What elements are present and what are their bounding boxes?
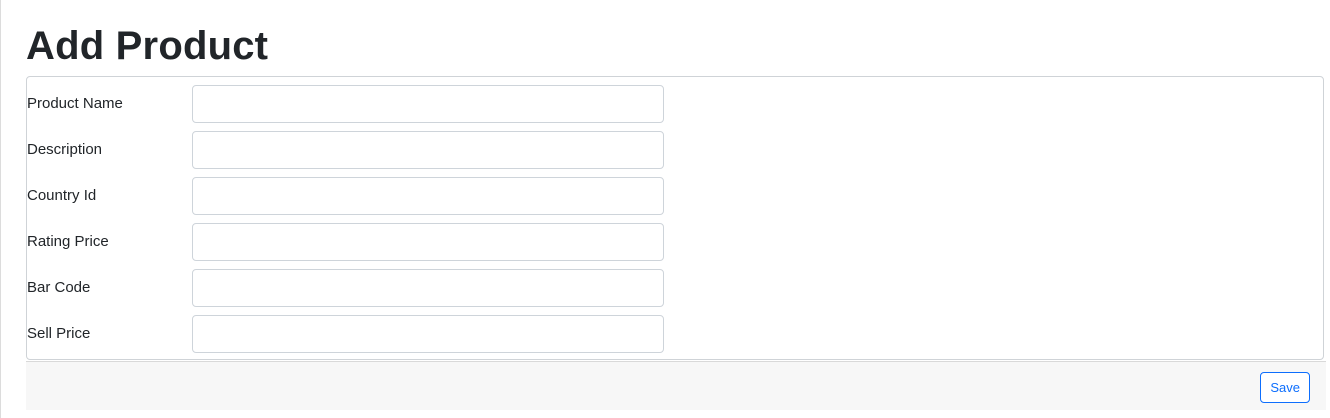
- bar-code-label: Bar Code: [27, 279, 91, 296]
- rating-price-label: Rating Price: [27, 233, 109, 250]
- save-button[interactable]: Save: [1260, 372, 1310, 403]
- page-title: Add Product: [26, 24, 269, 68]
- product-form-card: Product Name Description Country Id Rati…: [26, 76, 1324, 360]
- country-id-input[interactable]: [192, 177, 664, 215]
- product-name-input[interactable]: [192, 85, 664, 123]
- sell-price-label: Sell Price: [27, 325, 91, 342]
- product-name-label: Product Name: [27, 95, 123, 112]
- rating-price-input[interactable]: [192, 223, 664, 261]
- form-footer: Save: [26, 361, 1326, 410]
- form-row-bar-code: Bar Code: [27, 269, 727, 307]
- country-id-label: Country Id: [27, 187, 97, 204]
- form-row-rating-price: Rating Price: [27, 223, 727, 261]
- form-row-sell-price: Sell Price: [27, 315, 727, 353]
- description-label: Description: [27, 141, 103, 158]
- page-edge-divider: [0, 0, 1, 418]
- form-row-product-name: Product Name: [27, 85, 727, 123]
- description-input[interactable]: [192, 131, 664, 169]
- bar-code-input[interactable]: [192, 269, 664, 307]
- form-row-country-id: Country Id: [27, 177, 727, 215]
- sell-price-input[interactable]: [192, 315, 664, 353]
- form-row-description: Description: [27, 131, 727, 169]
